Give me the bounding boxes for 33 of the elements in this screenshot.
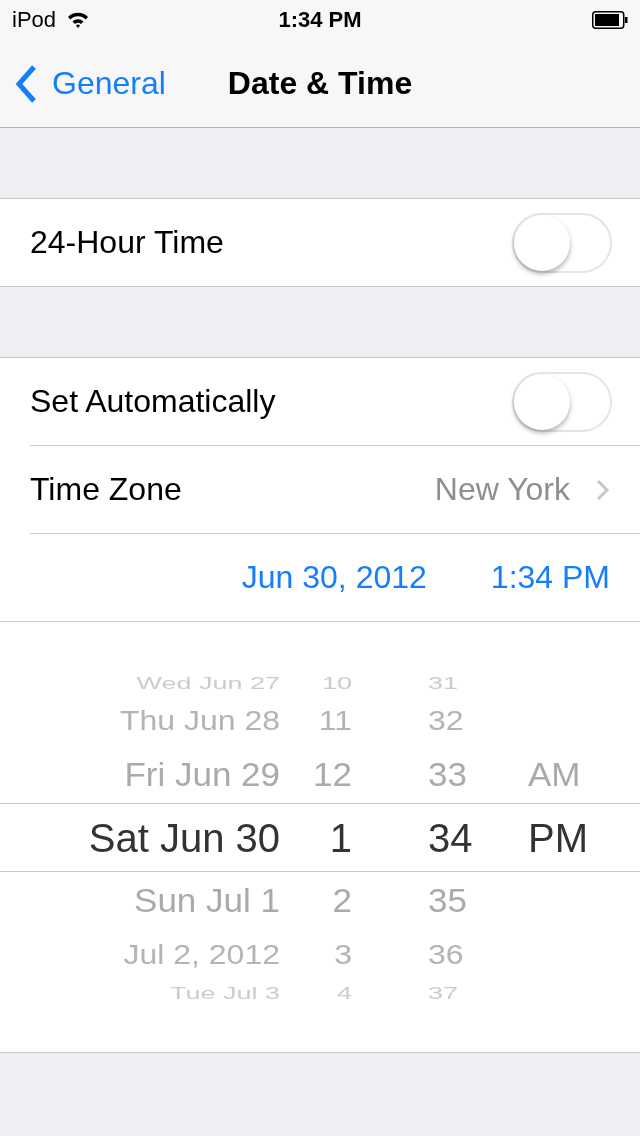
- picker-period[interactable]: PM: [528, 817, 588, 858]
- wifi-icon: [66, 11, 91, 29]
- nav-title: Date & Time: [227, 65, 413, 102]
- setting-value: New York: [434, 471, 570, 508]
- picker-period[interactable]: AM: [528, 757, 581, 792]
- battery-icon: [592, 11, 628, 29]
- chevron-right-icon: [596, 478, 610, 501]
- toggle-switch[interactable]: [512, 371, 612, 432]
- picker-date[interactable]: Sun Jul 1: [134, 883, 280, 918]
- setting-label: 24-Hour Time: [30, 224, 224, 261]
- status-time: 1:34 PM: [278, 7, 362, 33]
- toggle-switch[interactable]: [512, 212, 612, 273]
- picker-minute[interactable]: 34: [428, 817, 473, 858]
- carrier-name: iPod: [12, 7, 57, 33]
- selected-date[interactable]: Jun 30, 2012: [241, 559, 427, 596]
- picker-date[interactable]: Sat Jun 30: [88, 817, 280, 858]
- picker-hour[interactable]: 12: [313, 757, 352, 792]
- selected-time[interactable]: 1:34 PM: [490, 559, 610, 596]
- picker-hour[interactable]: 11: [318, 706, 352, 735]
- chevron-left-icon: [14, 63, 38, 104]
- setting-label: Set Automatically: [30, 383, 276, 420]
- picker-minute[interactable]: 32: [428, 706, 464, 735]
- picker-hour[interactable]: 1: [329, 817, 352, 858]
- picker-date[interactable]: Fri Jun 29: [124, 757, 280, 792]
- picker-minute[interactable]: 36: [428, 940, 464, 969]
- picker-minute[interactable]: 35: [428, 883, 467, 918]
- back-button[interactable]: General: [14, 63, 166, 104]
- setting-label: Time Zone: [30, 471, 182, 508]
- picker-date[interactable]: Thu Jun 28: [119, 706, 280, 735]
- picker-date[interactable]: Jul 2, 2012: [123, 940, 280, 969]
- picker-hour[interactable]: 2: [332, 883, 352, 918]
- picker-minute[interactable]: 33: [428, 757, 467, 792]
- picker-hour[interactable]: 3: [334, 940, 352, 969]
